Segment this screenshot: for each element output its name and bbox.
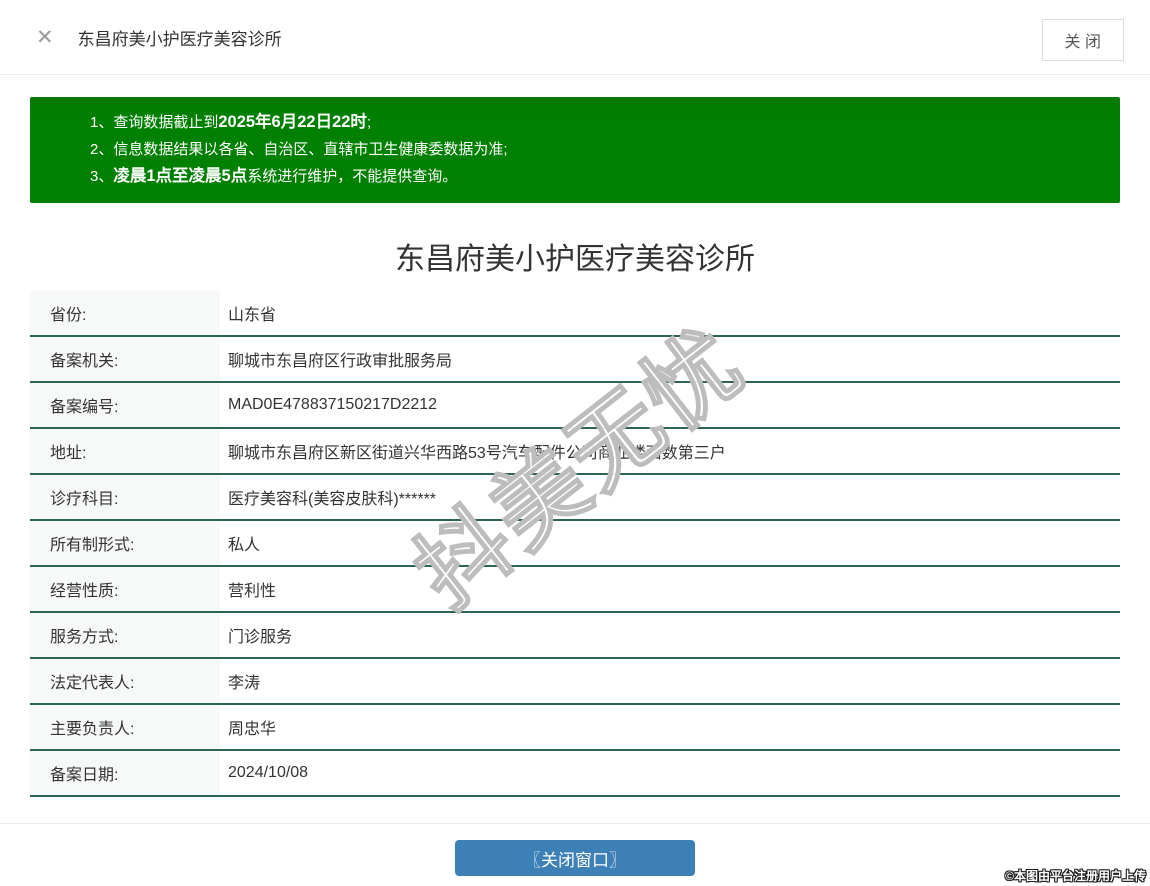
row-value: 私人: [220, 521, 1120, 565]
row-label: 地址:: [30, 429, 220, 473]
table-row: 所有制形式: 私人: [30, 521, 1120, 567]
row-value: 营利性: [220, 567, 1120, 611]
notice-text: 2、信息数据结果以各省、自治区、直辖市卫生健康委数据为准;: [90, 141, 508, 158]
row-value: 聊城市东昌府区新区街道兴华西路53号汽车配件公司商业楼西数第三户: [220, 429, 1120, 473]
row-label: 法定代表人:: [30, 659, 220, 703]
row-label: 诊疗科目:: [30, 475, 220, 519]
notice-text: ;: [366, 114, 372, 131]
row-label: 省份:: [30, 291, 220, 335]
notice-bold-text: 2025年6月22日22时: [218, 113, 367, 131]
row-value: 周忠华: [220, 705, 1120, 749]
info-table: 省份: 山东省 备案机关: 聊城市东昌府区行政审批服务局 备案编号: MAD0E…: [30, 291, 1120, 797]
row-value: 医疗美容科(美容皮肤科)******: [220, 475, 1120, 519]
table-row: 服务方式: 门诊服务: [30, 613, 1120, 659]
table-row: 备案编号: MAD0E478837150217D2212: [30, 383, 1120, 429]
page-title: 东昌府美小护医疗美容诊所: [395, 243, 755, 276]
row-value: MAD0E478837150217D2212: [220, 383, 1120, 427]
row-label: 备案编号:: [30, 383, 220, 427]
notice-line: 2、信息数据结果以各省、自治区、直辖市卫生健康委数据为准;: [90, 136, 1100, 163]
row-label: 主要负责人:: [30, 705, 220, 749]
row-label: 备案日期:: [30, 751, 220, 795]
notice-text: 系统进行维护，不能提供查询。: [247, 168, 458, 185]
notice-bold-text: 凌晨1点至凌晨5点: [113, 167, 248, 185]
row-label: 服务方式:: [30, 613, 220, 657]
table-row: 诊疗科目: 医疗美容科(美容皮肤科)******: [30, 475, 1120, 521]
table-row: 主要负责人: 周忠华: [30, 705, 1120, 751]
table-row: 备案机关: 聊城市东昌府区行政审批服务局: [30, 337, 1120, 383]
close-x-icon[interactable]: ✕: [36, 27, 54, 48]
notice-text: 1、查询数据截止到: [90, 114, 219, 131]
row-label: 备案机关:: [30, 337, 220, 381]
window-title: 东昌府美小护医疗美容诊所: [77, 29, 282, 49]
row-label: 经营性质:: [30, 567, 220, 611]
page: ✕ 东昌府美小护医疗美容诊所 关 闭 1、查询数据截止到2025年6月22日22…: [0, 0, 1150, 886]
table-row: 备案日期: 2024/10/08: [30, 751, 1120, 797]
row-value: 山东省: [220, 291, 1120, 335]
row-value: 门诊服务: [220, 613, 1120, 657]
row-value: 李涛: [220, 659, 1120, 703]
top-bar: ✕ 东昌府美小护医疗美容诊所 关 闭: [0, 0, 1150, 75]
row-value: 聊城市东昌府区行政审批服务局: [220, 337, 1120, 381]
row-label: 所有制形式:: [30, 521, 220, 565]
close-button[interactable]: 关 闭: [1041, 19, 1124, 61]
notice-line: 3、凌晨1点至凌晨5点系统进行维护，不能提供查询。: [90, 163, 1100, 190]
table-row: 经营性质: 营利性: [30, 567, 1120, 613]
close-window-button[interactable]: 〖关闭窗口〗: [455, 840, 695, 876]
notice-text: 3、: [90, 168, 114, 185]
bottom-divider: [0, 823, 1150, 824]
row-value: 2024/10/08: [220, 751, 1120, 795]
notice-banner: 1、查询数据截止到2025年6月22日22时; 2、信息数据结果以各省、自治区、…: [30, 97, 1120, 203]
table-row: 省份: 山东省: [30, 291, 1120, 337]
button-row: 〖关闭窗口〗: [0, 840, 1150, 876]
table-row: 法定代表人: 李涛: [30, 659, 1120, 705]
notice-line: 1、查询数据截止到2025年6月22日22时;: [90, 109, 1100, 136]
table-row: 地址: 聊城市东昌府区新区街道兴华西路53号汽车配件公司商业楼西数第三户: [30, 429, 1120, 475]
